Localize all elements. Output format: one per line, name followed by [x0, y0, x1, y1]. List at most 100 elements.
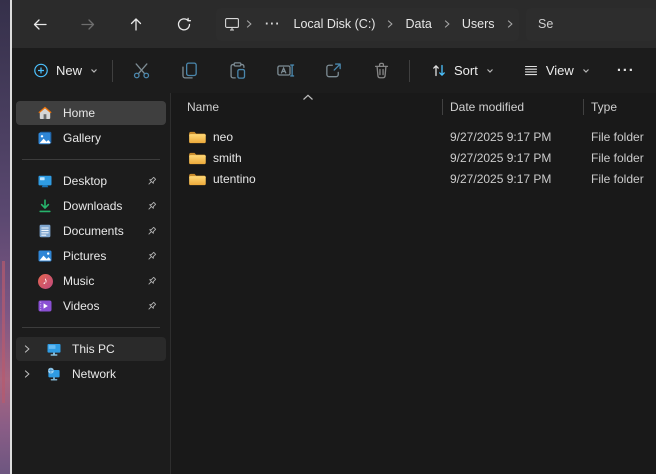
pin-icon [145, 250, 158, 263]
delete-button[interactable] [357, 54, 405, 88]
back-icon [32, 16, 48, 32]
navigation-bar: ··· Local Disk (C:) Data Users Se [12, 0, 656, 48]
pin-icon [145, 225, 158, 238]
file-type: File folder [583, 151, 656, 165]
sidebar-item-home[interactable]: Home [16, 101, 166, 125]
sort-button[interactable]: Sort [422, 54, 504, 88]
breadcrumb-chevron-icon [381, 18, 399, 30]
sidebar-item-desktop[interactable]: Desktop [16, 169, 166, 193]
cut-icon [132, 61, 151, 80]
sidebar-separator [22, 327, 160, 328]
sidebar-item-music[interactable]: ♪ Music [16, 269, 166, 293]
back-button[interactable] [16, 7, 64, 41]
sidebar-item-gallery[interactable]: Gallery [16, 126, 166, 150]
address-bar[interactable]: ··· Local Disk (C:) Data Users [216, 8, 519, 41]
sidebar-item-label: Pictures [63, 249, 106, 263]
videos-icon [37, 298, 53, 314]
forward-icon [80, 16, 96, 32]
table-row[interactable]: neo 9/27/2025 9:17 PM File folder [171, 126, 656, 147]
navigation-pane: Home Gallery Desktop [12, 93, 171, 474]
forward-button[interactable] [64, 7, 112, 41]
file-name: neo [213, 130, 233, 144]
pin-icon [145, 275, 158, 288]
sidebar-item-label: Music [63, 274, 94, 288]
sidebar-item-pictures[interactable]: Pictures [16, 244, 166, 268]
desktop-icon [37, 173, 53, 189]
more-options-button[interactable]: ··· [606, 54, 646, 88]
breadcrumb-chevron-icon [438, 18, 456, 30]
desktop-background-strip [0, 0, 10, 474]
table-row[interactable]: utentino 9/27/2025 9:17 PM File folder [171, 168, 656, 189]
expand-chevron-icon[interactable] [18, 368, 36, 380]
column-header-name[interactable]: Name [171, 100, 442, 114]
view-button[interactable]: View [514, 54, 600, 88]
sidebar-item-label: Desktop [63, 174, 107, 188]
sidebar-item-label: Documents [63, 224, 124, 238]
file-type: File folder [583, 130, 656, 144]
sidebar-item-label: Network [72, 367, 116, 381]
nav-button-group [16, 7, 208, 41]
sidebar-item-label: Videos [63, 299, 99, 313]
pictures-icon [37, 248, 53, 264]
column-header-type[interactable]: Type [583, 100, 656, 114]
share-button[interactable] [309, 54, 357, 88]
toolbar-separator [112, 60, 113, 82]
paste-button[interactable] [213, 54, 261, 88]
sidebar-item-network[interactable]: Network [16, 362, 166, 386]
sort-ascending-icon[interactable] [302, 94, 314, 101]
breadcrumb-chevron-icon [240, 18, 258, 30]
search-text: Se [538, 17, 553, 31]
column-divider[interactable] [442, 99, 443, 115]
breadcrumb-local-disk-c[interactable]: Local Disk (C:) [288, 14, 382, 34]
folder-icon [188, 172, 206, 186]
sidebar-item-downloads[interactable]: Downloads [16, 194, 166, 218]
home-icon [37, 105, 53, 121]
file-list-pane: Name Date modified Type neo 9/27/2025 9:… [171, 93, 656, 474]
this-pc-monitor-icon [224, 16, 240, 32]
documents-icon [37, 223, 53, 239]
network-icon [46, 366, 62, 382]
sidebar-item-videos[interactable]: Videos [16, 294, 166, 318]
folder-icon [188, 151, 206, 165]
breadcrumb-ellipsis[interactable]: ··· [258, 14, 288, 34]
command-toolbar: New [12, 48, 656, 93]
file-action-buttons [117, 54, 405, 88]
up-button[interactable] [112, 7, 160, 41]
file-explorer-window: ··· Local Disk (C:) Data Users Se New [12, 0, 656, 474]
rename-button[interactable] [261, 54, 309, 88]
sidebar-item-documents[interactable]: Documents [16, 219, 166, 243]
chevron-down-icon [485, 63, 495, 79]
refresh-button[interactable] [160, 7, 208, 41]
pin-icon [145, 200, 158, 213]
paste-icon [228, 61, 247, 80]
file-date-modified: 9/27/2025 9:17 PM [442, 172, 583, 186]
file-rows: neo 9/27/2025 9:17 PM File folder smith … [171, 126, 656, 189]
sidebar-item-label: This PC [72, 342, 115, 356]
wallpaper-detail [2, 261, 5, 403]
breadcrumb-data[interactable]: Data [399, 14, 437, 34]
this-pc-icon [46, 341, 62, 357]
view-button-label: View [546, 63, 574, 78]
main-area: Home Gallery Desktop [12, 93, 656, 474]
sort-arrows-icon [431, 63, 447, 79]
column-divider[interactable] [583, 99, 584, 115]
breadcrumb-users[interactable]: Users [456, 14, 501, 34]
new-button[interactable]: New [24, 54, 108, 88]
column-header-date-modified[interactable]: Date modified [442, 100, 583, 114]
rename-icon [276, 61, 295, 80]
pin-icon [145, 175, 158, 188]
search-input[interactable]: Se [526, 8, 656, 41]
table-row[interactable]: smith 9/27/2025 9:17 PM File folder [171, 147, 656, 168]
file-date-modified: 9/27/2025 9:17 PM [442, 151, 583, 165]
expand-chevron-icon[interactable] [18, 343, 36, 355]
file-name: utentino [213, 172, 256, 186]
more-options-label: ··· [617, 62, 635, 79]
file-date-modified: 9/27/2025 9:17 PM [442, 130, 583, 144]
downloads-icon [37, 198, 53, 214]
pin-icon [145, 300, 158, 313]
copy-button[interactable] [165, 54, 213, 88]
cut-button[interactable] [117, 54, 165, 88]
share-icon [324, 61, 343, 80]
sidebar-item-this-pc[interactable]: This PC [16, 337, 166, 361]
view-list-icon [523, 63, 539, 79]
